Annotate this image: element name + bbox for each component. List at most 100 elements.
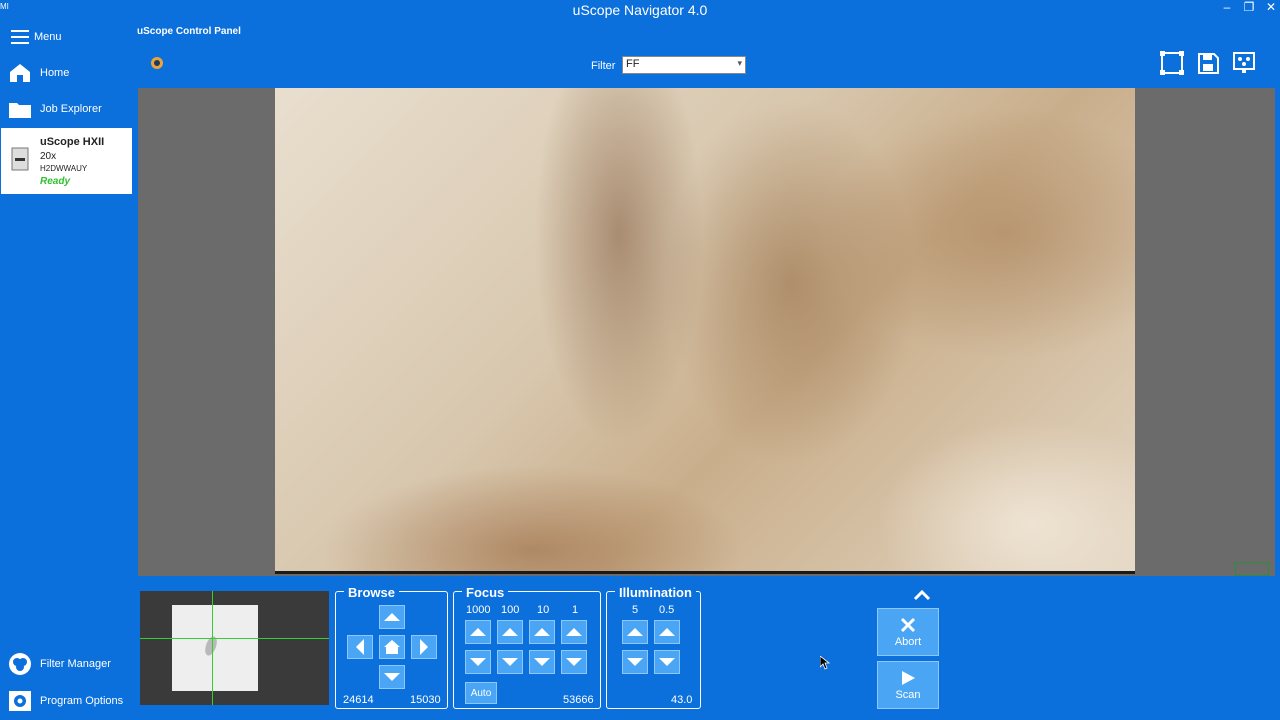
browse-down-button[interactable] xyxy=(379,665,405,689)
device-id: H2DWWAUY xyxy=(40,164,88,173)
minimize-button[interactable]: – xyxy=(1217,0,1237,14)
device-status: Ready xyxy=(40,176,71,187)
focus-down-1000-button[interactable] xyxy=(465,650,491,674)
sidebar-item-job-explorer[interactable]: Job Explorer xyxy=(0,92,133,126)
close-icon xyxy=(900,617,916,632)
focus-up-1-button[interactable] xyxy=(561,620,587,644)
refresh-icon[interactable] xyxy=(149,55,165,76)
panel-title: uScope Control Panel xyxy=(137,26,241,37)
sidebar-item-label: Home xyxy=(40,67,70,79)
illumination-value: 43.0 xyxy=(671,694,693,706)
arrow-up-icon xyxy=(566,628,582,636)
focus-step-label: 100 xyxy=(501,604,520,616)
arrow-down-icon xyxy=(659,658,675,666)
specimen-image xyxy=(275,88,1135,574)
menu-button[interactable]: Menu xyxy=(0,20,133,54)
arrow-down-icon xyxy=(384,673,400,681)
snapshot-icon[interactable] xyxy=(1231,50,1257,76)
focus-down-100-button[interactable] xyxy=(497,650,523,674)
focus-title: Focus xyxy=(462,585,509,600)
slide-thumbnail[interactable] xyxy=(140,591,329,705)
focus-step-label: 1 xyxy=(572,604,579,616)
arrow-up-icon xyxy=(534,628,550,636)
filter-icon xyxy=(0,652,40,676)
mouse-cursor-icon xyxy=(819,655,831,675)
sidebar-item-program-options[interactable]: Program Options xyxy=(0,684,133,718)
illumination-up-5-button[interactable] xyxy=(622,620,648,644)
focus-down-1-button[interactable] xyxy=(561,650,587,674)
abort-button[interactable]: Abort xyxy=(877,608,939,656)
restore-button[interactable]: ❐ xyxy=(1239,0,1259,14)
arrow-up-icon xyxy=(470,628,486,636)
home-icon xyxy=(0,62,40,84)
focus-step-label: 10 xyxy=(537,604,550,616)
arrow-up-icon xyxy=(627,628,643,636)
focus-up-1000-button[interactable] xyxy=(465,620,491,644)
illumination-group: Illumination 5 0.5 43.0 xyxy=(606,585,701,709)
illumination-down-5-button[interactable] xyxy=(622,650,648,674)
browse-right-button[interactable] xyxy=(411,635,437,659)
browse-up-button[interactable] xyxy=(379,605,405,629)
arrow-up-icon xyxy=(384,613,400,621)
auto-focus-button[interactable]: Auto xyxy=(465,682,497,704)
folder-icon xyxy=(0,99,40,119)
scale-bar-icon xyxy=(1235,562,1269,576)
sidebar-item-label: Job Explorer xyxy=(40,103,102,115)
arrow-down-icon xyxy=(566,658,582,666)
browse-home-button[interactable] xyxy=(379,635,405,659)
scan-button[interactable]: Scan xyxy=(877,661,939,709)
menu-label: Menu xyxy=(34,31,62,43)
arrow-down-icon xyxy=(627,658,643,666)
crosshair-vertical xyxy=(212,591,213,705)
scanner-icon xyxy=(9,146,31,172)
window-title: uScope Navigator 4.0 xyxy=(572,2,708,18)
browse-y-value: 15030 xyxy=(410,694,441,706)
sidebar-item-label: Program Options xyxy=(40,695,124,707)
collapse-panel-icon[interactable] xyxy=(913,588,931,606)
gear-icon xyxy=(0,690,40,712)
sidebar-item-home[interactable]: Home xyxy=(0,56,133,90)
illumination-step-label: 0.5 xyxy=(659,604,675,616)
arrow-left-icon xyxy=(356,639,364,655)
focus-up-100-button[interactable] xyxy=(497,620,523,644)
title-bar: MI uScope Navigator 4.0 – ❐ ✕ xyxy=(0,0,1280,20)
sidebar-item-label: Filter Manager xyxy=(40,658,111,670)
arrow-down-icon xyxy=(502,658,518,666)
save-icon[interactable] xyxy=(1195,50,1221,76)
device-card[interactable]: uScope HXII 20x H2DWWAUY Ready xyxy=(1,128,132,194)
home-icon xyxy=(384,640,400,654)
fit-view-icon[interactable] xyxy=(1159,50,1185,76)
viewer-bottom-bar xyxy=(275,571,1135,574)
focus-up-10-button[interactable] xyxy=(529,620,555,644)
illumination-step-label: 5 xyxy=(632,604,639,616)
focus-group: Focus 1000 100 10 1 Auto 53666 xyxy=(453,585,601,709)
filter-value: FF xyxy=(626,58,640,70)
device-magnification: 20x xyxy=(40,151,57,162)
illumination-down-05-button[interactable] xyxy=(654,650,680,674)
abort-label: Abort xyxy=(894,635,922,648)
chevron-down-icon: ▾ xyxy=(737,58,742,68)
arrow-down-icon xyxy=(470,658,486,666)
focus-down-10-button[interactable] xyxy=(529,650,555,674)
arrow-down-icon xyxy=(534,658,550,666)
scan-label: Scan xyxy=(895,688,921,701)
arrow-up-icon xyxy=(502,628,518,636)
browse-left-button[interactable] xyxy=(347,635,373,659)
image-viewer[interactable] xyxy=(138,88,1275,576)
sidebar: Menu Home Job Explorer uScope HXII 20x H… xyxy=(0,20,133,720)
sidebar-item-filter-manager[interactable]: Filter Manager xyxy=(0,647,133,681)
illumination-title: Illumination xyxy=(615,585,696,600)
filter-select[interactable]: FF ▾ xyxy=(622,56,746,74)
illumination-up-05-button[interactable] xyxy=(654,620,680,644)
play-icon xyxy=(902,670,915,685)
device-name: uScope HXII xyxy=(40,136,105,148)
crosshair-horizontal xyxy=(140,638,329,639)
close-button[interactable]: ✕ xyxy=(1261,0,1280,14)
browse-group: Browse 24614 15030 xyxy=(335,585,448,709)
arrow-right-icon xyxy=(420,639,428,655)
filter-label: Filter xyxy=(591,60,616,72)
focus-step-label: 1000 xyxy=(466,604,491,616)
focus-value: 53666 xyxy=(563,694,594,706)
browse-x-value: 24614 xyxy=(343,694,374,706)
browse-title: Browse xyxy=(344,585,399,600)
